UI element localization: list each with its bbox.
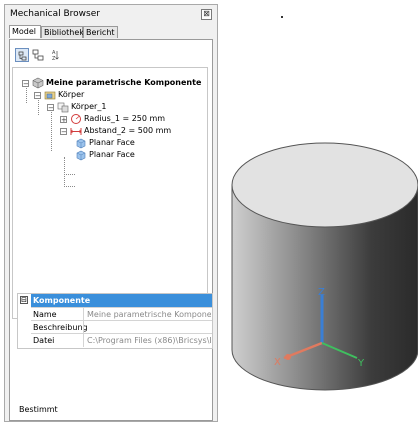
properties-header: ⊟ Komponente: [18, 294, 212, 307]
property-row-file[interactable]: Datei C:\Program Files (x86)\Bricsys\Bri…: [31, 333, 212, 347]
cylinder-top: [231, 142, 419, 228]
tab-content-model: AZ − Meine parametrische Komponente − Kö…: [9, 39, 213, 421]
hierarchy-icon[interactable]: [31, 48, 45, 62]
expand-toggle[interactable]: +: [60, 116, 67, 124]
cursor-dot: [281, 16, 283, 18]
collapse-toggle[interactable]: −: [22, 80, 29, 88]
property-row-name[interactable]: Name Meine parametrische Komponente: [31, 307, 212, 321]
tab-model[interactable]: Model: [9, 25, 41, 38]
z-axis-label: Z: [318, 287, 325, 298]
tree-node-body-1[interactable]: − Körper_1: [13, 101, 207, 113]
collapse-toggle[interactable]: −: [47, 104, 54, 112]
collapse-toggle[interactable]: −: [60, 128, 67, 136]
y-axis-label: Y: [357, 358, 365, 369]
property-key: Datei: [33, 336, 55, 345]
component-cube-icon: [32, 77, 44, 89]
property-value[interactable]: C:\Program Files (x86)\Bricsys\Brics: [87, 335, 211, 347]
tree-node-label: Meine parametrische Komponente: [46, 78, 202, 87]
tree-node-label: Planar Face: [89, 138, 135, 147]
tree-node-planar-face[interactable]: Planar Face: [13, 137, 207, 149]
tree-node-label: Körper: [58, 90, 85, 99]
tree-node-label: Radius_1 = 250 mm: [84, 114, 166, 123]
svg-text:Z: Z: [52, 56, 56, 62]
status-text: Bestimmt: [19, 405, 58, 414]
tree-node-bodies[interactable]: − Körper: [13, 89, 207, 101]
collapse-toggle[interactable]: −: [34, 92, 41, 100]
tree-node-label: Körper_1: [71, 102, 107, 111]
tree-node-label: Planar Face: [89, 150, 135, 159]
tree-connector: [64, 186, 75, 187]
body-folder-icon: [44, 89, 56, 101]
model-tree: − Meine parametrische Komponente − Körpe…: [12, 67, 208, 319]
tree-node-component[interactable]: − Meine parametrische Komponente: [13, 77, 207, 89]
tab-bericht[interactable]: Bericht: [83, 26, 118, 38]
sort-az-icon[interactable]: AZ: [48, 48, 62, 62]
tree-view-icon[interactable]: [15, 48, 29, 62]
mechanical-browser-panel: Mechanical Browser ⊠ Model Bibliothek Be…: [4, 4, 218, 422]
tree-connector: [64, 174, 75, 175]
tree-connector: [64, 157, 65, 187]
tree-node-label: Abstand_2 = 500 mm: [84, 126, 172, 135]
panel-title: Mechanical Browser: [10, 9, 100, 19]
3d-viewport[interactable]: Z X Y: [222, 130, 419, 420]
tree-node-radius[interactable]: + Radius_1 = 250 mm: [13, 113, 207, 125]
close-icon[interactable]: ⊠: [201, 9, 212, 20]
x-axis-tip: [285, 354, 291, 360]
planar-face-icon: [75, 149, 87, 161]
distance-constraint-icon: [70, 125, 82, 137]
property-divider: [83, 334, 84, 347]
x-axis-label: X: [274, 357, 281, 368]
properties-header-label: Komponente: [31, 294, 212, 307]
collapse-icon[interactable]: ⊟: [20, 296, 28, 304]
planar-face-icon: [75, 137, 87, 149]
body-icon: [57, 101, 69, 113]
cylinder-model: Z X Y: [231, 142, 419, 391]
tree-node-planar-face[interactable]: Planar Face: [13, 149, 207, 161]
radius-constraint-icon: [70, 113, 82, 125]
tree-node-distance[interactable]: − Abstand_2 = 500 mm: [13, 125, 207, 137]
panel-titlebar: Mechanical Browser ⊠: [5, 5, 217, 21]
property-row-description[interactable]: Beschreibung: [31, 320, 212, 334]
tab-bibliothek[interactable]: Bibliothek: [41, 26, 84, 38]
properties-panel: ⊟ Komponente Name Meine parametrische Ko…: [17, 293, 213, 349]
